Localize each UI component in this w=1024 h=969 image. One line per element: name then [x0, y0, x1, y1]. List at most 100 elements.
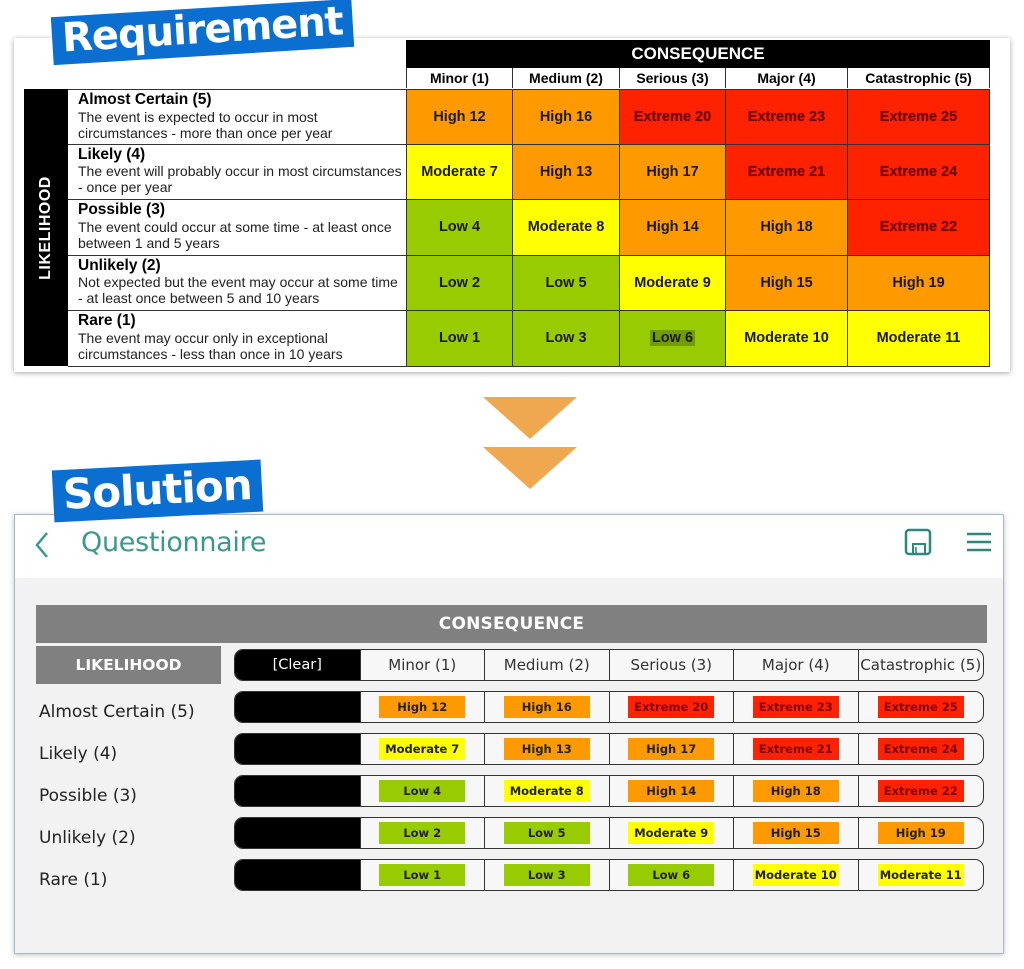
risk-option[interactable]: High 15	[733, 818, 858, 848]
clear-segment[interactable]	[235, 692, 360, 722]
risk-option[interactable]: Extreme 22	[857, 776, 984, 806]
risk-cell: Extreme 20	[619, 90, 725, 144]
likelihood-header: LIKELIHOOD	[24, 89, 68, 366]
risk-chip: Moderate 8	[503, 780, 590, 802]
risk-label: Extreme 25	[879, 108, 958, 125]
column-header: Catastrophic (5)	[857, 650, 984, 680]
risk-row: Low 2 Low 5 Moderate 9 High 15 High 19	[234, 817, 984, 849]
risk-chip: Low 2	[379, 822, 466, 844]
column-header: Serious (3)	[608, 650, 734, 680]
column-header: Serious (3)	[619, 68, 725, 88]
risk-option[interactable]: Extreme 24	[857, 734, 984, 764]
clear-segment[interactable]	[235, 818, 360, 848]
risk-chip: Low 5	[503, 822, 590, 844]
risk-option[interactable]: Extreme 25	[857, 692, 984, 722]
clear-segment[interactable]	[235, 860, 360, 890]
app-header: Questionnaire	[15, 515, 1003, 578]
solution-callout: Solution	[51, 459, 263, 523]
likelihood-description: Possible (3) The event could occur at som…	[68, 200, 406, 255]
column-header: Minor (1)	[406, 68, 512, 88]
risk-chip: Extreme 22	[877, 780, 964, 802]
risk-cell: Extreme 25	[847, 90, 990, 144]
risk-label: High 18	[760, 219, 813, 236]
risk-option[interactable]: Moderate 10	[733, 860, 858, 890]
risk-cell: High 14	[619, 200, 725, 255]
risk-option[interactable]: High 19	[857, 818, 984, 848]
likelihood-label: LIKELIHOOD	[37, 175, 55, 280]
risk-chip: Extreme 23	[752, 696, 839, 718]
risk-row: Low 4 Moderate 8 High 14 High 18 Extreme 22	[234, 775, 984, 807]
consequence-columns: Minor (1) Medium (2) Serious (3) Major (4) C…	[406, 68, 990, 88]
likelihood-text: The event could occur at some time - at …	[78, 218, 392, 251]
matrix-row: Rare (1) The event may occur only in exce…	[68, 311, 990, 367]
risk-option[interactable]: Low 4	[359, 776, 485, 806]
risk-option[interactable]: Moderate 7	[359, 734, 485, 764]
back-button[interactable]	[29, 529, 57, 561]
risk-option[interactable]: Low 2	[359, 818, 485, 848]
save-icon	[904, 528, 932, 556]
clear-button[interactable]: [Clear]	[235, 650, 360, 680]
matrix-row: Unlikely (2) Not expected but the event m…	[68, 255, 990, 311]
clear-segment[interactable]	[235, 734, 360, 764]
hamburger-menu-icon	[967, 532, 991, 552]
clear-segment[interactable]	[235, 776, 360, 806]
risk-chip: Low 6	[628, 864, 715, 886]
risk-option[interactable]: Low 1	[359, 860, 485, 890]
matrix-row: Almost Certain (5) The event is expected …	[68, 89, 990, 145]
questionnaire-app-window: Questionnaire CONSEQUENCE LIKELIHOOD [Cl…	[14, 514, 1004, 954]
likelihood-row-label: Possible (3)	[39, 786, 137, 806]
risk-cell: High 16	[512, 90, 619, 144]
column-header: Catastrophic (5)	[847, 68, 990, 88]
risk-option[interactable]: High 12	[359, 692, 485, 722]
menu-button[interactable]	[965, 530, 993, 554]
risk-option[interactable]: High 16	[484, 692, 609, 722]
risk-row: High 12 High 16 Extreme 20 Extreme 23 Extrem…	[234, 691, 984, 723]
matrix-row: Likely (4) The event will probably occur …	[68, 144, 990, 200]
down-arrow-icon	[483, 447, 577, 489]
column-header: Major (4)	[733, 650, 858, 680]
risk-option[interactable]: High 18	[733, 776, 858, 806]
risk-label: High 17	[646, 163, 699, 180]
risk-chip: High 17	[628, 738, 715, 760]
risk-option[interactable]: Extreme 21	[733, 734, 858, 764]
likelihood-title: Possible (3)	[78, 201, 165, 218]
risk-cell: Extreme 22	[847, 200, 990, 255]
risk-option[interactable]: Extreme 20	[608, 692, 734, 722]
risk-cell: High 19	[847, 255, 990, 310]
consequence-header: CONSEQUENCE	[406, 40, 990, 68]
risk-option[interactable]: Moderate 8	[484, 776, 609, 806]
risk-label: Low 1	[438, 330, 481, 347]
risk-chip: Moderate 7	[379, 738, 466, 760]
risk-cell: Low 4	[406, 200, 512, 255]
risk-chip: Low 4	[379, 780, 466, 802]
risk-cell: Low 6	[619, 311, 725, 366]
risk-option[interactable]: Low 6	[608, 860, 734, 890]
risk-chip: High 16	[503, 696, 590, 718]
likelihood-row-label: Almost Certain (5)	[39, 702, 195, 722]
risk-label: Low 6	[649, 330, 696, 347]
risk-chip: High 14	[628, 780, 715, 802]
page-title: Questionnaire	[81, 527, 267, 558]
likelihood-description: Unlikely (2) Not expected but the event m…	[68, 255, 406, 310]
risk-label: High 12	[433, 108, 486, 125]
risk-option[interactable]: High 17	[608, 734, 734, 764]
column-header: Major (4)	[725, 68, 847, 88]
risk-label: Moderate 9	[634, 274, 711, 291]
risk-label: Moderate 8	[527, 219, 605, 236]
risk-label: Low 4	[438, 219, 481, 236]
risk-option[interactable]: Low 5	[484, 818, 609, 848]
likelihood-text: The event is expected to occur in most c…	[78, 108, 333, 141]
risk-label: High 15	[760, 274, 813, 291]
risk-option[interactable]: Low 3	[484, 860, 609, 890]
risk-cell: Moderate 10	[725, 311, 847, 366]
risk-option[interactable]: High 14	[608, 776, 734, 806]
risk-cell: High 15	[725, 255, 847, 310]
risk-cell: High 12	[406, 90, 512, 144]
risk-option[interactable]: High 13	[484, 734, 609, 764]
risk-option[interactable]: Moderate 11	[857, 860, 984, 890]
likelihood-title: Likely (4)	[78, 145, 146, 163]
save-button[interactable]	[903, 527, 933, 557]
requirement-risk-matrix: CONSEQUENCE Minor (1) Medium (2) Serious (…	[14, 38, 1010, 372]
risk-option[interactable]: Extreme 23	[733, 692, 858, 722]
risk-option[interactable]: Moderate 9	[608, 818, 734, 848]
